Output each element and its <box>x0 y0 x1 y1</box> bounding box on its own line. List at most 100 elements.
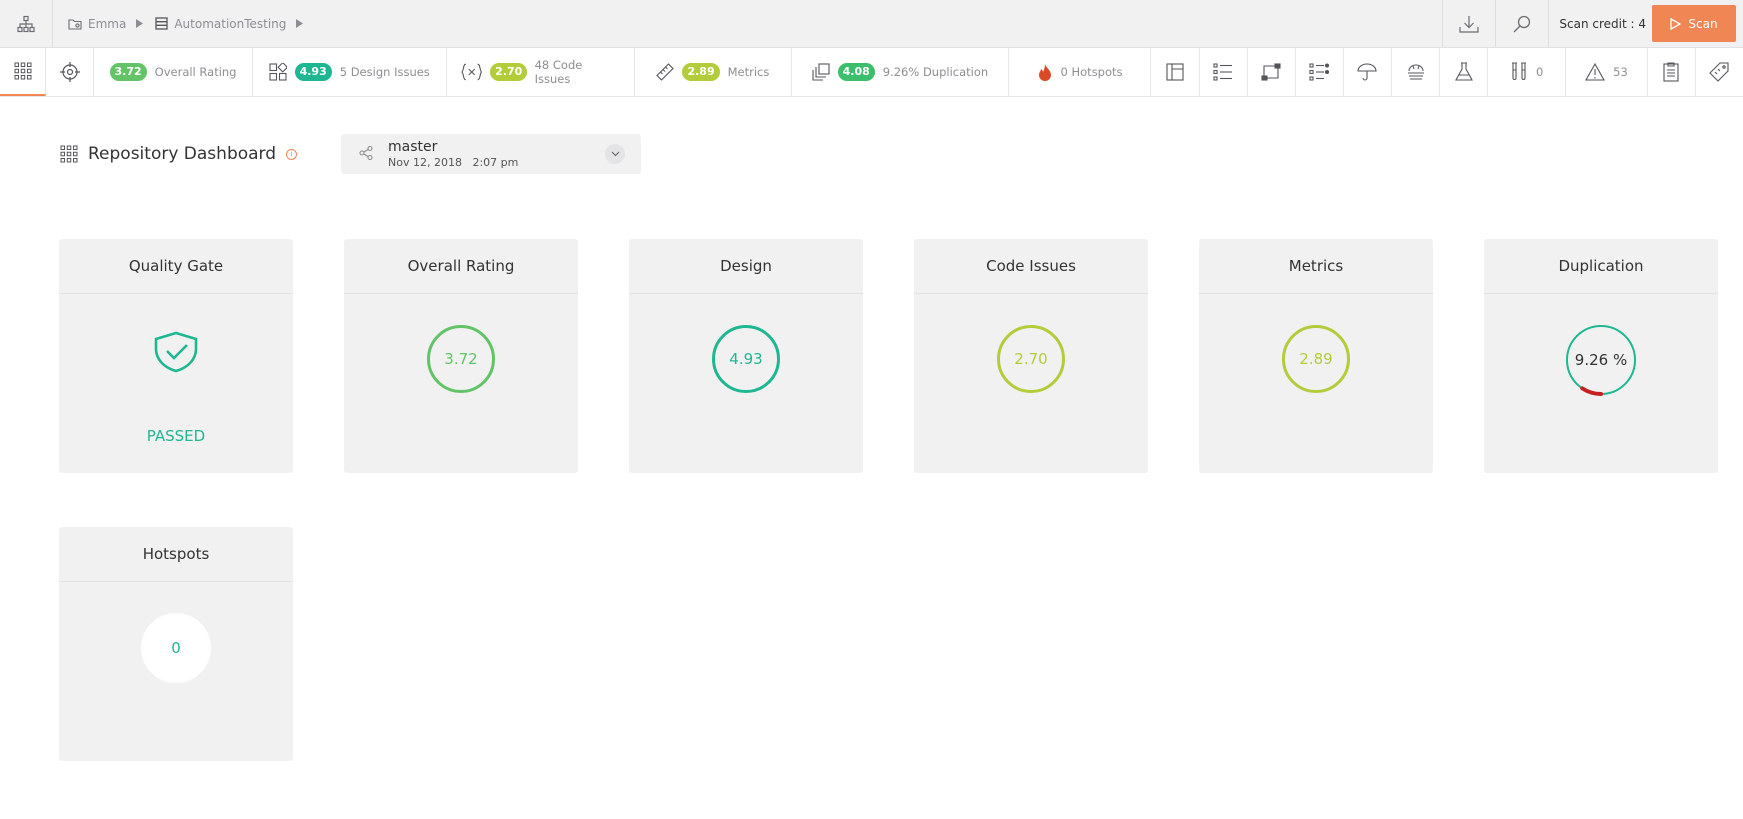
search-button[interactable] <box>1495 0 1548 47</box>
card-title: Overall Rating <box>344 239 578 294</box>
duplication-score-badge: 4.08 <box>837 63 875 81</box>
hotspots-card[interactable]: Hotspots 0 <box>59 527 293 761</box>
download-button[interactable] <box>1442 0 1495 47</box>
play-icon <box>1670 17 1682 30</box>
hierarchy-icon <box>17 15 35 32</box>
metrics-gauge: 2.89 <box>1282 325 1350 393</box>
card-title: Hotspots <box>59 527 293 582</box>
tag-icon <box>1709 62 1730 82</box>
duplication-card[interactable]: Duplication 9.26 % <box>1484 239 1718 473</box>
hierarchy-button[interactable] <box>0 0 53 47</box>
scan-button[interactable]: Scan <box>1652 5 1736 42</box>
crosshair-icon <box>59 62 80 82</box>
design-score-badge: 4.93 <box>294 63 332 81</box>
repository-nav: 3.72 Overall Rating 4.93 5 Design Issues… <box>0 48 1743 97</box>
code-issues-card[interactable]: Code Issues 2.70 <box>914 239 1148 473</box>
branch-icon <box>359 146 373 160</box>
nav-warnings-count: 53 <box>1613 65 1628 79</box>
nav-overall-rating[interactable]: 3.72 Overall Rating <box>94 48 253 96</box>
metrics-score-badge: 2.89 <box>682 63 720 81</box>
nav-coverage[interactable] <box>1344 48 1392 96</box>
flame-icon <box>1038 63 1051 81</box>
card-title: Duplication <box>1484 239 1718 294</box>
shield-check-icon <box>154 331 198 373</box>
quality-gate-status: PASSED <box>146 427 206 445</box>
nav-metrics[interactable]: 2.89 Metrics <box>635 48 793 96</box>
design-gauge: 4.93 <box>712 325 780 393</box>
nav-code-label: 48 Code Issues <box>534 58 583 86</box>
nav-design-label: 5 Design Issues <box>339 65 430 79</box>
nav-design[interactable]: 4.93 5 Design Issues <box>253 48 447 96</box>
dashboard-header: Repository Dashboard i <box>60 144 298 164</box>
overall-rating-gauge: 3.72 <box>427 325 495 393</box>
scan-button-label: Scan <box>1688 16 1718 31</box>
flask-icon <box>1454 62 1473 81</box>
metrics-card[interactable]: Metrics 2.89 <box>1199 239 1433 473</box>
breadcrumb-item-repository[interactable]: AutomationTesting <box>155 17 286 31</box>
nav-warnings[interactable]: 53 <box>1566 48 1648 96</box>
nav-overall-label: Overall Rating <box>154 65 237 79</box>
nav-experiments[interactable] <box>1440 48 1489 96</box>
top-bar: Emma AutomationTesting Scan credit : 4 S… <box>0 0 1743 48</box>
branch-date: Nov 12, 2018 2:07 pm <box>388 156 519 169</box>
repository-icon <box>155 17 168 30</box>
nav-dependencies[interactable] <box>1392 48 1441 96</box>
nav-reports[interactable] <box>1648 48 1696 96</box>
layout-icon <box>1166 63 1184 81</box>
nav-hotspots[interactable]: 0 Hotspots <box>1009 48 1152 96</box>
code-score-badge: 2.70 <box>490 63 527 81</box>
warning-icon <box>1585 63 1606 81</box>
page-title: Repository Dashboard <box>88 144 277 164</box>
nav-flow[interactable] <box>1248 48 1296 96</box>
folder-icon <box>68 18 82 30</box>
flow-icon <box>1261 63 1281 81</box>
download-icon <box>1459 15 1479 33</box>
card-title: Metrics <box>1199 239 1433 294</box>
grid-icon <box>60 145 78 163</box>
info-icon[interactable]: i <box>286 148 298 160</box>
grid-icon <box>14 62 32 80</box>
nav-target[interactable] <box>46 48 95 96</box>
branch-name: master <box>388 139 438 155</box>
clipboard-icon <box>1663 62 1679 82</box>
nav-duplication[interactable]: 4.08 9.26% Duplication <box>792 48 1009 96</box>
breadcrumb: Emma AutomationTesting <box>68 0 315 47</box>
nav-tags[interactable] <box>1696 48 1743 96</box>
breadcrumb-label: Emma <box>88 16 127 31</box>
quality-gate-card[interactable]: Quality Gate PASSED <box>59 239 293 473</box>
duplication-gauge: 9.26 % <box>1565 324 1637 396</box>
nav-layout[interactable] <box>1151 48 1200 96</box>
code-braces-icon <box>460 63 482 81</box>
chevron-down-icon[interactable] <box>605 144 625 164</box>
branch-selector[interactable]: master Nov 12, 2018 2:07 pm <box>341 134 641 174</box>
stack-icon <box>1407 64 1424 80</box>
caret-right-icon <box>296 19 304 28</box>
duplication-value: 9.26 % <box>1574 351 1628 369</box>
design-card[interactable]: Design 4.93 <box>629 239 863 473</box>
duplicate-icon <box>812 63 830 81</box>
card-title: Design <box>629 239 863 294</box>
card-title: Code Issues <box>914 239 1148 294</box>
list-icon <box>1213 63 1233 81</box>
nav-list[interactable] <box>1200 48 1248 96</box>
scan-credit: Scan credit : 4 <box>1548 0 1652 47</box>
caret-right-icon <box>136 19 144 28</box>
overall-rating-badge: 3.72 <box>109 63 147 81</box>
nav-tests-count: 0 <box>1535 65 1544 79</box>
nav-hotspots-label: 0 Hotspots <box>1060 65 1123 79</box>
nav-checklist[interactable] <box>1296 48 1344 96</box>
ruler-icon <box>656 63 675 81</box>
overall-rating-card[interactable]: Overall Rating 3.72 <box>344 239 578 473</box>
nav-code-issues[interactable]: 2.70 48 Code Issues <box>447 48 635 96</box>
search-icon <box>1513 15 1531 32</box>
nav-duplication-label: 9.26% Duplication <box>882 65 989 79</box>
breadcrumb-item-project[interactable]: Emma <box>68 17 126 31</box>
nav-metrics-label: Metrics <box>727 65 770 79</box>
breadcrumb-label: AutomationTesting <box>174 16 287 31</box>
umbrella-icon <box>1357 63 1377 81</box>
nav-tests[interactable]: 0 <box>1488 48 1567 96</box>
design-components-icon <box>269 63 287 81</box>
code-issues-gauge: 2.70 <box>997 325 1065 393</box>
nav-dashboard[interactable] <box>0 48 47 96</box>
checklist-icon <box>1309 63 1330 81</box>
